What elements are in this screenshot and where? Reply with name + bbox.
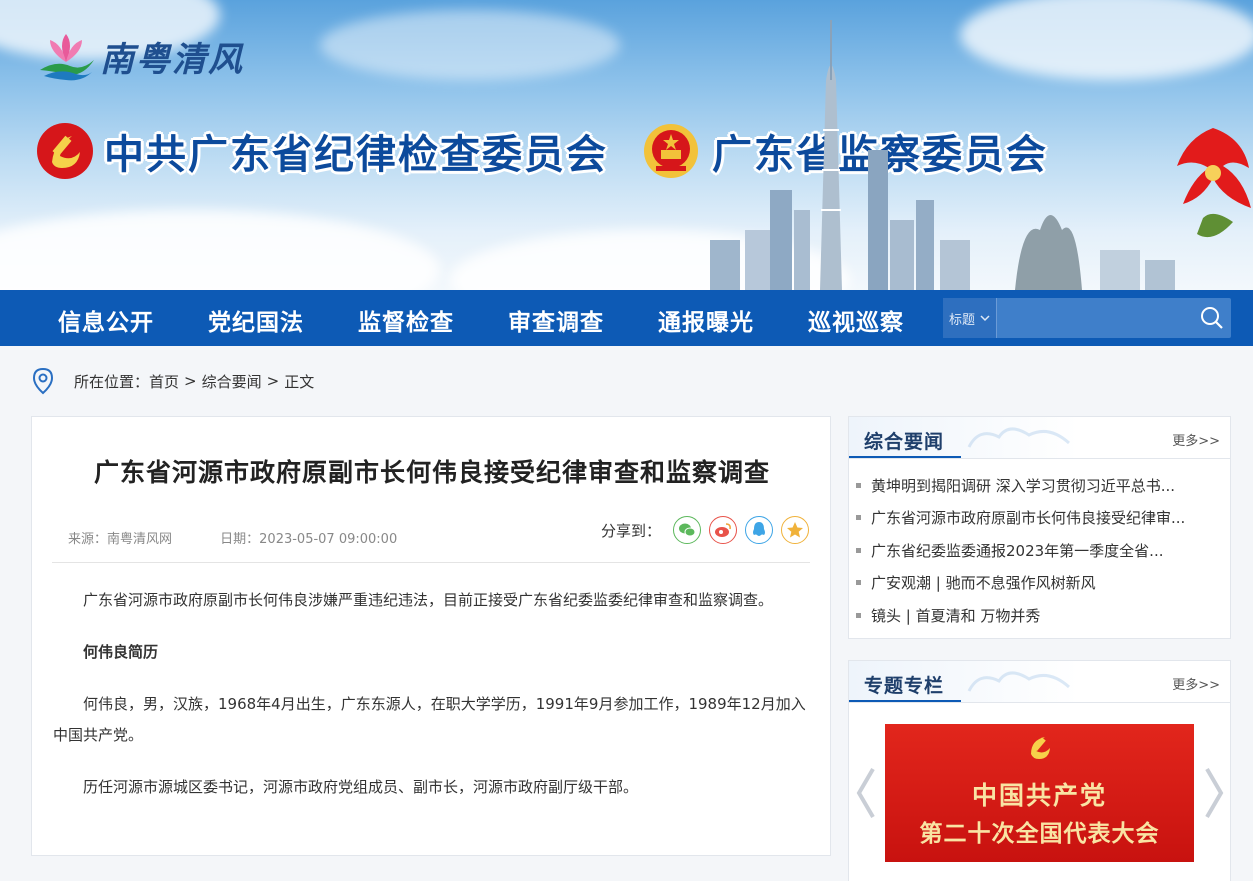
- search-input[interactable]: [996, 298, 1194, 338]
- banner-line-2: 第二十次全国代表大会: [919, 820, 1160, 847]
- search-button[interactable]: [1194, 298, 1231, 338]
- article-card: 广东省河源市政府原副市长何伟良接受纪律审查和监察调查 来源：南粤清风网 日期：2…: [31, 416, 831, 856]
- site-logo[interactable]: 南粤清风: [36, 30, 244, 82]
- wechat-icon[interactable]: [673, 516, 702, 544]
- panel-title-underline: [849, 700, 961, 702]
- share-label: 分享到：: [601, 521, 662, 540]
- news-list: 黄坤明到揭阳调研 深入学习贯彻习近平总书... 广东省河源市政府原副市长何伟良接…: [849, 459, 1230, 632]
- carousel-next-arrow-icon[interactable]: [1201, 765, 1227, 821]
- news-list-item[interactable]: 镜头 | 首夏清和 万物并秀: [856, 599, 1230, 632]
- chevron-down-icon: [980, 315, 990, 322]
- carousel-prev-arrow-icon[interactable]: [853, 765, 879, 821]
- bullet-icon: [856, 612, 861, 618]
- special-panel-title: 专题专栏: [864, 675, 945, 697]
- bullet-icon: [856, 580, 861, 586]
- header-banner: 南粤清风 中共广东省纪律检查委员会 广东省监察委员会: [0, 0, 1253, 290]
- breadcrumb: 所在位置： 首页 > 综合要闻 > 正文: [32, 367, 314, 395]
- news-list-item[interactable]: 广东省纪委监委通报2023年第一季度全省...: [856, 534, 1230, 567]
- news-list-item[interactable]: 广安观潮 | 驰而不息强作风树新风: [856, 567, 1230, 600]
- party-emblem-icon: [37, 123, 93, 179]
- search-icon: [1201, 307, 1224, 329]
- breadcrumb-category[interactable]: 综合要闻: [202, 371, 262, 392]
- kapok-flower-image: [1177, 128, 1251, 238]
- cloud-pattern-icon: [967, 427, 1071, 448]
- article-paragraph: 何伟良，男，汉族，1968年4月出生，广东东源人，在职大学学历，1991年9月参…: [53, 695, 806, 744]
- article-divider: [52, 562, 810, 563]
- nav-item-party-discipline[interactable]: 党纪国法: [208, 303, 304, 337]
- breadcrumb-home[interactable]: 首页: [149, 371, 179, 392]
- article-source: 来源：南粤清风网: [68, 532, 173, 547]
- special-panel-header: 专题专栏 更多>>: [849, 661, 1230, 703]
- news-panel-title: 综合要闻: [864, 431, 945, 453]
- nav-item-inspection[interactable]: 巡视巡察: [808, 303, 904, 337]
- share-bar: 分享到：: [601, 516, 810, 544]
- lotus-logo-icon: [40, 34, 94, 81]
- search-scope-label: 标题: [948, 312, 975, 328]
- news-list-item[interactable]: 广东省河源市政府原副市长何伟良接受纪律审...: [856, 502, 1230, 535]
- article-paragraph: 历任河源市源城区委书记，河源市政府党组成员、副市长，河源市政府副厅级干部。: [83, 778, 639, 796]
- breadcrumb-separator: >: [266, 372, 280, 390]
- party-congress-banner[interactable]: 中国共产党 第二十次全国代表大会: [885, 724, 1194, 862]
- logo-text: 南粤清风: [100, 39, 244, 80]
- panel-title-underline: [849, 456, 961, 458]
- qzone-icon[interactable]: [781, 516, 810, 544]
- bullet-icon: [856, 482, 861, 488]
- article-meta: 来源：南粤清风网 日期：2023-05-07 09:00:00: [68, 528, 397, 547]
- article-title: 广东省河源市政府原副市长何伟良接受纪律审查和监察调查: [93, 458, 770, 487]
- nav-item-supervision[interactable]: 监督检查: [358, 303, 454, 337]
- nav-item-info-disclosure[interactable]: 信息公开: [58, 303, 154, 337]
- breadcrumb-current: 正文: [284, 372, 315, 391]
- search-scope-select[interactable]: 标题: [943, 298, 997, 338]
- news-list-item[interactable]: 黄坤明到揭阳调研 深入学习贯彻习近平总书...: [856, 469, 1230, 502]
- article-date: 日期：2023-05-07 09:00:00: [220, 532, 398, 547]
- search-box: 标题: [943, 298, 1231, 338]
- nav-item-exposure[interactable]: 通报曝光: [658, 303, 754, 337]
- weibo-icon[interactable]: [709, 516, 738, 544]
- special-more-link[interactable]: 更多>>: [1172, 674, 1220, 693]
- cloud-decoration: [320, 10, 620, 80]
- org-title-cpc: 中共广东省纪律检查委员会: [104, 132, 608, 178]
- news-more-link[interactable]: 更多>>: [1172, 430, 1220, 449]
- news-panel: 综合要闻 更多>> 黄坤明到揭阳调研 深入学习贯彻习近平总书... 广东省河源市…: [848, 416, 1231, 639]
- city-skyline-image: [710, 20, 1175, 290]
- article-subheading: 何伟良简历: [83, 643, 159, 661]
- news-panel-header: 综合要闻 更多>>: [849, 417, 1230, 459]
- qq-icon[interactable]: [745, 516, 774, 544]
- breadcrumb-prefix: 所在位置：: [74, 372, 150, 391]
- article-paragraph: 广东省河源市政府原副市长何伟良涉嫌严重违纪违法，目前正接受广东省纪委监委纪律审查…: [83, 591, 774, 609]
- nav-item-investigation[interactable]: 审查调查: [508, 303, 604, 337]
- hammer-sickle-icon: [1031, 737, 1050, 759]
- main-nav: 信息公开 党纪国法 监督检查 审查调查 通报曝光 巡视巡察 标题: [0, 290, 1253, 346]
- banner-line-1: 中国共产党: [971, 781, 1107, 810]
- breadcrumb-separator: >: [184, 372, 197, 390]
- cloud-decoration: [0, 210, 440, 290]
- bullet-icon: [856, 547, 861, 553]
- bullet-icon: [856, 515, 861, 521]
- cloud-pattern-icon: [967, 671, 1071, 692]
- article-body: 广东省河源市政府原副市长何伟良涉嫌严重违纪违法，目前正接受广东省纪委监委纪律审查…: [53, 585, 810, 824]
- location-pin-icon: [32, 367, 54, 395]
- special-panel: 专题专栏 更多>> 中国共产党 第二十次全国代表大会: [848, 660, 1231, 881]
